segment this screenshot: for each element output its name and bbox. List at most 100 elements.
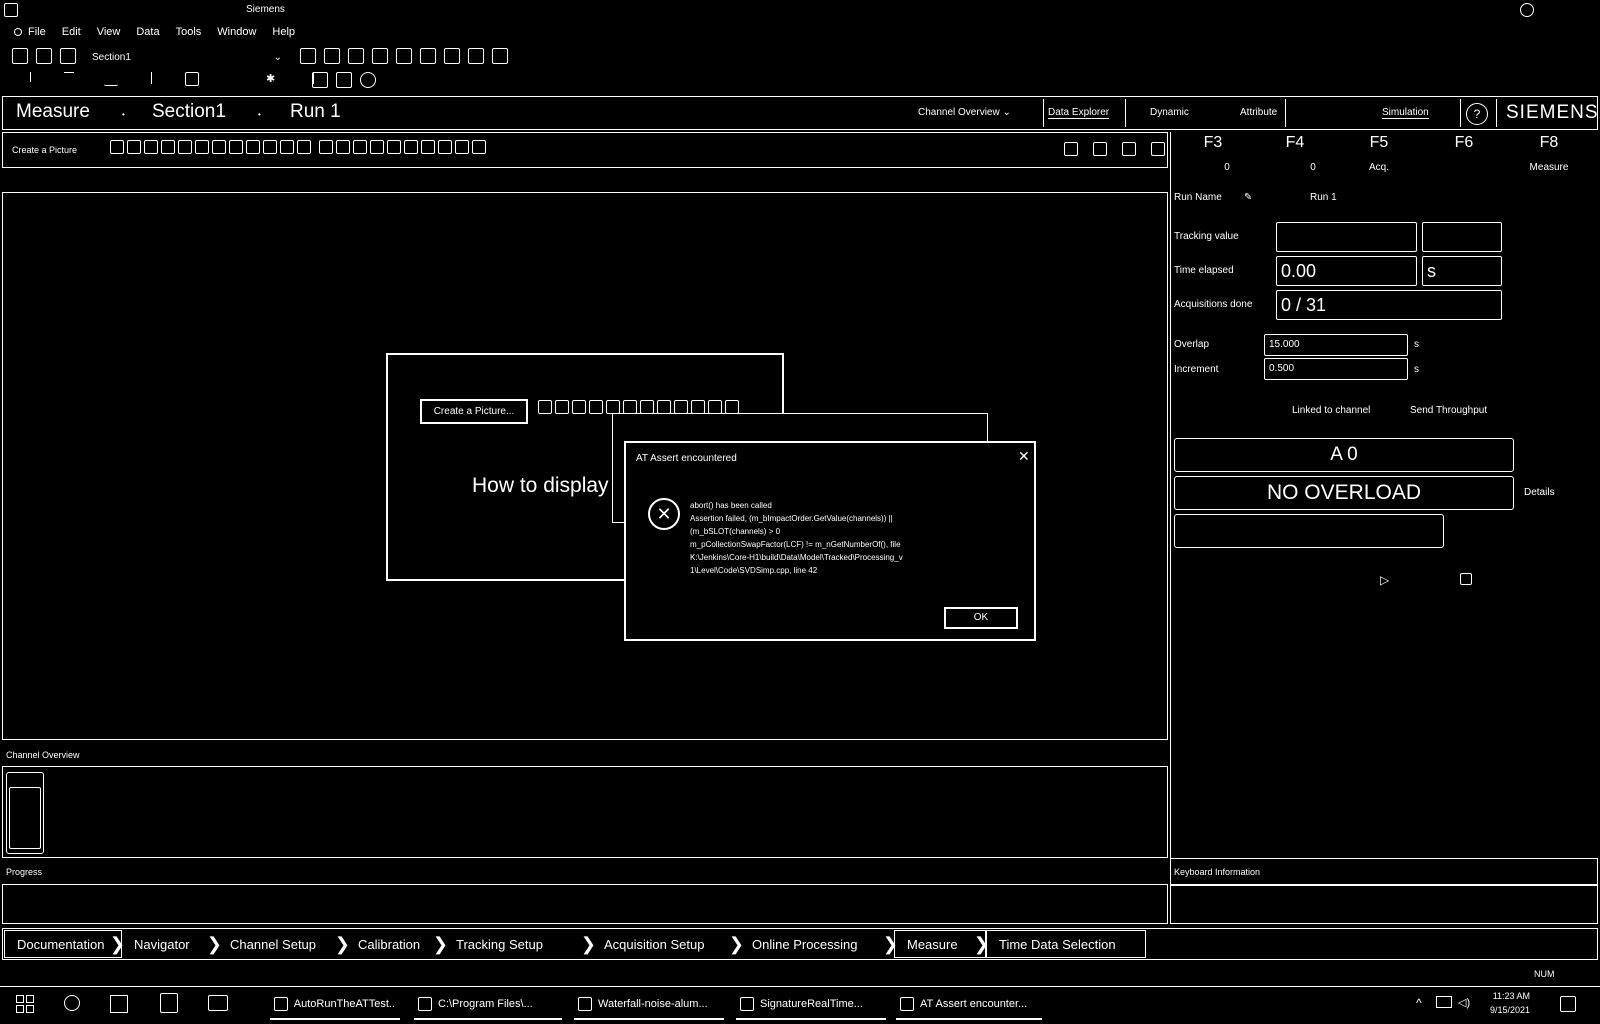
picture-type-icon[interactable] bbox=[178, 140, 192, 154]
picture-type-icon[interactable] bbox=[657, 400, 671, 414]
picture-type-icon[interactable] bbox=[606, 400, 620, 414]
notification-icon[interactable] bbox=[1560, 996, 1576, 1012]
tool-marker-icon[interactable] bbox=[30, 72, 34, 82]
task-view-icon[interactable] bbox=[110, 995, 128, 1013]
simulation-button[interactable]: Simulation bbox=[1382, 107, 1429, 119]
file-explorer-icon[interactable] bbox=[208, 995, 228, 1011]
run-name-edit-icon[interactable]: ✎ bbox=[1244, 192, 1252, 203]
picture-type-icon[interactable] bbox=[110, 140, 124, 154]
create-picture-button[interactable]: Create a Picture... bbox=[420, 399, 528, 424]
picture-type-icon[interactable] bbox=[280, 140, 294, 154]
layout-icon[interactable] bbox=[1093, 142, 1107, 156]
tool-star-icon[interactable]: ✱ bbox=[266, 72, 280, 86]
picture-type-icon[interactable] bbox=[589, 400, 603, 414]
picture-type-icon[interactable] bbox=[404, 140, 418, 154]
play-icon[interactable]: ▷ bbox=[1380, 573, 1389, 587]
window-icon[interactable] bbox=[1064, 142, 1078, 156]
search-icon[interactable] bbox=[64, 995, 80, 1011]
picture-type-icon[interactable] bbox=[370, 140, 384, 154]
data-explorer-button[interactable]: Data Explorer bbox=[1048, 107, 1110, 119]
picture-type-icon[interactable] bbox=[387, 140, 401, 154]
menu-data[interactable]: Data bbox=[136, 26, 159, 38]
picture-type-icon[interactable] bbox=[708, 400, 722, 414]
ok-button[interactable]: OK bbox=[944, 607, 1018, 629]
open-folder-icon[interactable] bbox=[36, 48, 52, 64]
picture-type-icon[interactable] bbox=[297, 140, 311, 154]
signal-icon[interactable] bbox=[360, 72, 376, 88]
export-icon[interactable] bbox=[1122, 142, 1136, 156]
fkey-f5[interactable]: F5 bbox=[1336, 134, 1422, 152]
picture-type-icon[interactable] bbox=[353, 140, 367, 154]
stop-icon[interactable] bbox=[1460, 573, 1472, 585]
picture-type-icon[interactable] bbox=[127, 140, 141, 154]
picture-type-icon[interactable] bbox=[336, 140, 350, 154]
picture-type-icon[interactable] bbox=[438, 140, 452, 154]
workflow-step[interactable]: Channel Setup ❯ bbox=[218, 930, 350, 958]
workflow-step[interactable]: Measure ❯ bbox=[894, 930, 989, 958]
picture-type-icon[interactable] bbox=[538, 400, 552, 414]
details-link[interactable]: Details bbox=[1524, 487, 1555, 498]
tool-cursor-icon[interactable] bbox=[151, 72, 155, 84]
chart-icon[interactable] bbox=[444, 48, 460, 64]
taskbar-app-button[interactable]: C:\Program Files\... bbox=[414, 990, 562, 1020]
breadcrumb-section[interactable]: Section1 bbox=[152, 101, 226, 123]
channel-overview-select[interactable]: Channel Overview ⌄ bbox=[918, 107, 1011, 118]
database-icon[interactable] bbox=[312, 72, 328, 88]
help-icon[interactable]: ? bbox=[1466, 103, 1488, 125]
tool-wave-icon[interactable] bbox=[104, 72, 118, 86]
volume-icon[interactable]: ◁) bbox=[1458, 996, 1470, 1009]
pinned-app-icon[interactable] bbox=[160, 993, 178, 1013]
new-file-icon[interactable] bbox=[12, 48, 28, 64]
workflow-step[interactable]: Online Processing ❯ bbox=[740, 930, 898, 958]
workflow-step[interactable]: Acquisition Setup ❯ bbox=[592, 930, 744, 958]
menu-help[interactable]: Help bbox=[272, 26, 295, 38]
picture-type-icon[interactable] bbox=[144, 140, 158, 154]
attribute-button[interactable]: Attribute bbox=[1240, 107, 1277, 118]
tray-expand-icon[interactable]: ^ bbox=[1416, 996, 1422, 1010]
network-icon[interactable] bbox=[1436, 996, 1452, 1008]
breadcrumb-measure[interactable]: Measure bbox=[16, 101, 90, 123]
fkey-f3[interactable]: F3 bbox=[1170, 134, 1256, 152]
grid-icon[interactable] bbox=[336, 72, 352, 88]
increment-field[interactable]: 0.500 bbox=[1264, 358, 1408, 380]
start-icon[interactable] bbox=[16, 995, 34, 1013]
workflow-step[interactable]: Tracking Setup ❯ bbox=[444, 930, 596, 958]
print-icon[interactable] bbox=[420, 48, 436, 64]
menu-tools[interactable]: Tools bbox=[176, 26, 202, 38]
tray-clock[interactable]: 11:23 AM 9/15/2021 bbox=[1490, 989, 1530, 1017]
dynamic-button[interactable]: Dynamic bbox=[1150, 107, 1189, 118]
taskbar-app-button[interactable]: Waterfall-noise-alum... bbox=[574, 990, 724, 1020]
picture-type-icon[interactable] bbox=[555, 400, 569, 414]
picture-type-icon[interactable] bbox=[455, 140, 469, 154]
picture-type-icon[interactable] bbox=[246, 140, 260, 154]
picture-type-icon[interactable] bbox=[263, 140, 277, 154]
picture-type-icon[interactable] bbox=[472, 140, 486, 154]
picture-type-icon[interactable] bbox=[623, 400, 637, 414]
picture-type-icon[interactable] bbox=[640, 400, 654, 414]
picture-type-icon[interactable] bbox=[161, 140, 175, 154]
paste-icon[interactable] bbox=[396, 48, 412, 64]
tool-line-icon[interactable] bbox=[64, 72, 74, 76]
picture-type-icon[interactable] bbox=[319, 140, 333, 154]
breadcrumb-run[interactable]: Run 1 bbox=[290, 101, 341, 123]
menu-edit[interactable]: Edit bbox=[62, 26, 81, 38]
picture-type-icon[interactable] bbox=[572, 400, 586, 414]
fkey-f6[interactable]: F6 bbox=[1421, 134, 1507, 152]
workflow-step[interactable]: Time Data Selection bbox=[986, 930, 1146, 958]
save-icon[interactable] bbox=[60, 48, 76, 64]
cut-icon[interactable] bbox=[324, 48, 340, 64]
send-throughput-option[interactable]: Send Throughput bbox=[1410, 405, 1487, 416]
picture-type-icon[interactable] bbox=[725, 400, 739, 414]
picture-type-icon[interactable] bbox=[421, 140, 435, 154]
edit-icon[interactable] bbox=[1151, 142, 1165, 156]
taskbar-app-button[interactable]: SignatureRealTime... bbox=[736, 990, 886, 1020]
fkey-f8[interactable]: F8 bbox=[1506, 134, 1592, 152]
linked-to-channel-option[interactable]: Linked to channel bbox=[1292, 405, 1370, 416]
move-icon[interactable] bbox=[348, 48, 364, 64]
workflow-step[interactable]: Navigator ❯ bbox=[122, 930, 222, 958]
menu-view[interactable]: View bbox=[97, 26, 121, 38]
picture-type-icon[interactable] bbox=[229, 140, 243, 154]
picture-type-icon[interactable] bbox=[195, 140, 209, 154]
fkey-f4[interactable]: F4 bbox=[1252, 134, 1338, 152]
settings-icon[interactable] bbox=[1520, 3, 1534, 17]
